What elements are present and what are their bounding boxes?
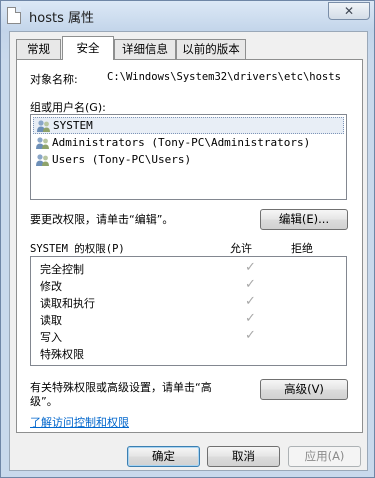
permission-row: 完全控制 ✓ — [40, 260, 340, 277]
permission-name: 读取 — [40, 314, 62, 327]
allow-check-icon: ✓ — [245, 328, 256, 343]
window-title: hosts 属性 — [29, 11, 94, 26]
advanced-button[interactable]: 高级(V) — [260, 379, 348, 400]
allow-check-icon: ✓ — [245, 294, 256, 309]
tab-previous-versions[interactable]: 以前的版本 — [176, 39, 246, 59]
tab-general[interactable]: 常规 — [16, 39, 61, 59]
close-button[interactable]: ✕ — [328, 2, 370, 20]
list-item[interactable]: Administrators (Tony-PC\Administrators) — [33, 135, 344, 152]
client-area: 常规 安全 详细信息 以前的版本 对象名称: C:\Windows\System… — [9, 31, 368, 471]
user-group-icon — [36, 137, 49, 149]
allow-check-icon: ✓ — [245, 277, 256, 292]
user-name: SYSTEM — [53, 119, 93, 132]
permission-row: 特殊权限 — [40, 345, 340, 362]
tab-details[interactable]: 详细信息 — [114, 39, 176, 59]
change-hint: 要更改权限，请单击“编辑”。 — [30, 213, 174, 226]
list-item[interactable]: Users (Tony-PC\Users) — [33, 152, 344, 169]
allow-check-icon: ✓ — [245, 260, 256, 275]
permission-row: 修改 ✓ — [40, 277, 340, 294]
advanced-hint-cont: 级”。 — [30, 395, 58, 408]
permission-row: 写入 ✓ — [40, 328, 340, 345]
user-group-icon — [37, 120, 50, 132]
allow-check-icon: ✓ — [245, 311, 256, 326]
user-name: Administrators (Tony-PC\Administrators) — [52, 136, 311, 149]
properties-window: hosts 属性 ✕ 常规 安全 详细信息 以前的版本 对象名称: C:\Win… — [0, 0, 375, 478]
object-name-value: C:\Windows\System32\drivers\etc\hosts — [107, 71, 341, 83]
ok-button[interactable]: 确定 — [127, 446, 200, 467]
user-name: Users (Tony-PC\Users) — [52, 153, 192, 166]
permission-name: 写入 — [40, 331, 62, 344]
groups-label: 组或用户名(G): — [30, 101, 106, 114]
deny-header: 拒绝 — [291, 242, 313, 255]
list-item[interactable]: SYSTEM — [33, 117, 344, 134]
permission-name: 完全控制 — [40, 263, 84, 276]
tab-security[interactable]: 安全 — [62, 36, 114, 60]
apply-button[interactable]: 应用(A) — [288, 446, 361, 467]
permission-row: 读取 ✓ — [40, 311, 340, 328]
allow-header: 允许 — [230, 242, 252, 255]
learn-access-control-link[interactable]: 了解访问控制和权限 — [30, 414, 129, 430]
user-group-icon — [36, 154, 49, 166]
cancel-button[interactable]: 取消 — [207, 446, 280, 467]
users-list[interactable]: SYSTEM Administrators (Tony-PC\Administr… — [30, 114, 347, 200]
title-bar[interactable]: hosts 属性 ✕ — [1, 1, 375, 31]
security-panel: 对象名称: C:\Windows\System32\drivers\etc\ho… — [16, 59, 363, 433]
file-icon — [7, 7, 21, 24]
permission-name: 特殊权限 — [40, 348, 84, 361]
edit-button[interactable]: 编辑(E)... — [260, 209, 348, 230]
object-name-label: 对象名称: — [30, 73, 78, 86]
permission-row: 读取和执行 ✓ — [40, 294, 340, 311]
permission-name: 修改 — [40, 280, 62, 293]
permissions-header: SYSTEM 的权限(P) — [30, 243, 125, 255]
permission-name: 读取和执行 — [40, 297, 95, 310]
permissions-list[interactable]: 完全控制 ✓ 修改 ✓ 读取和执行 ✓ 读取 ✓ 写入 ✓ 特殊权限 — [30, 256, 347, 366]
